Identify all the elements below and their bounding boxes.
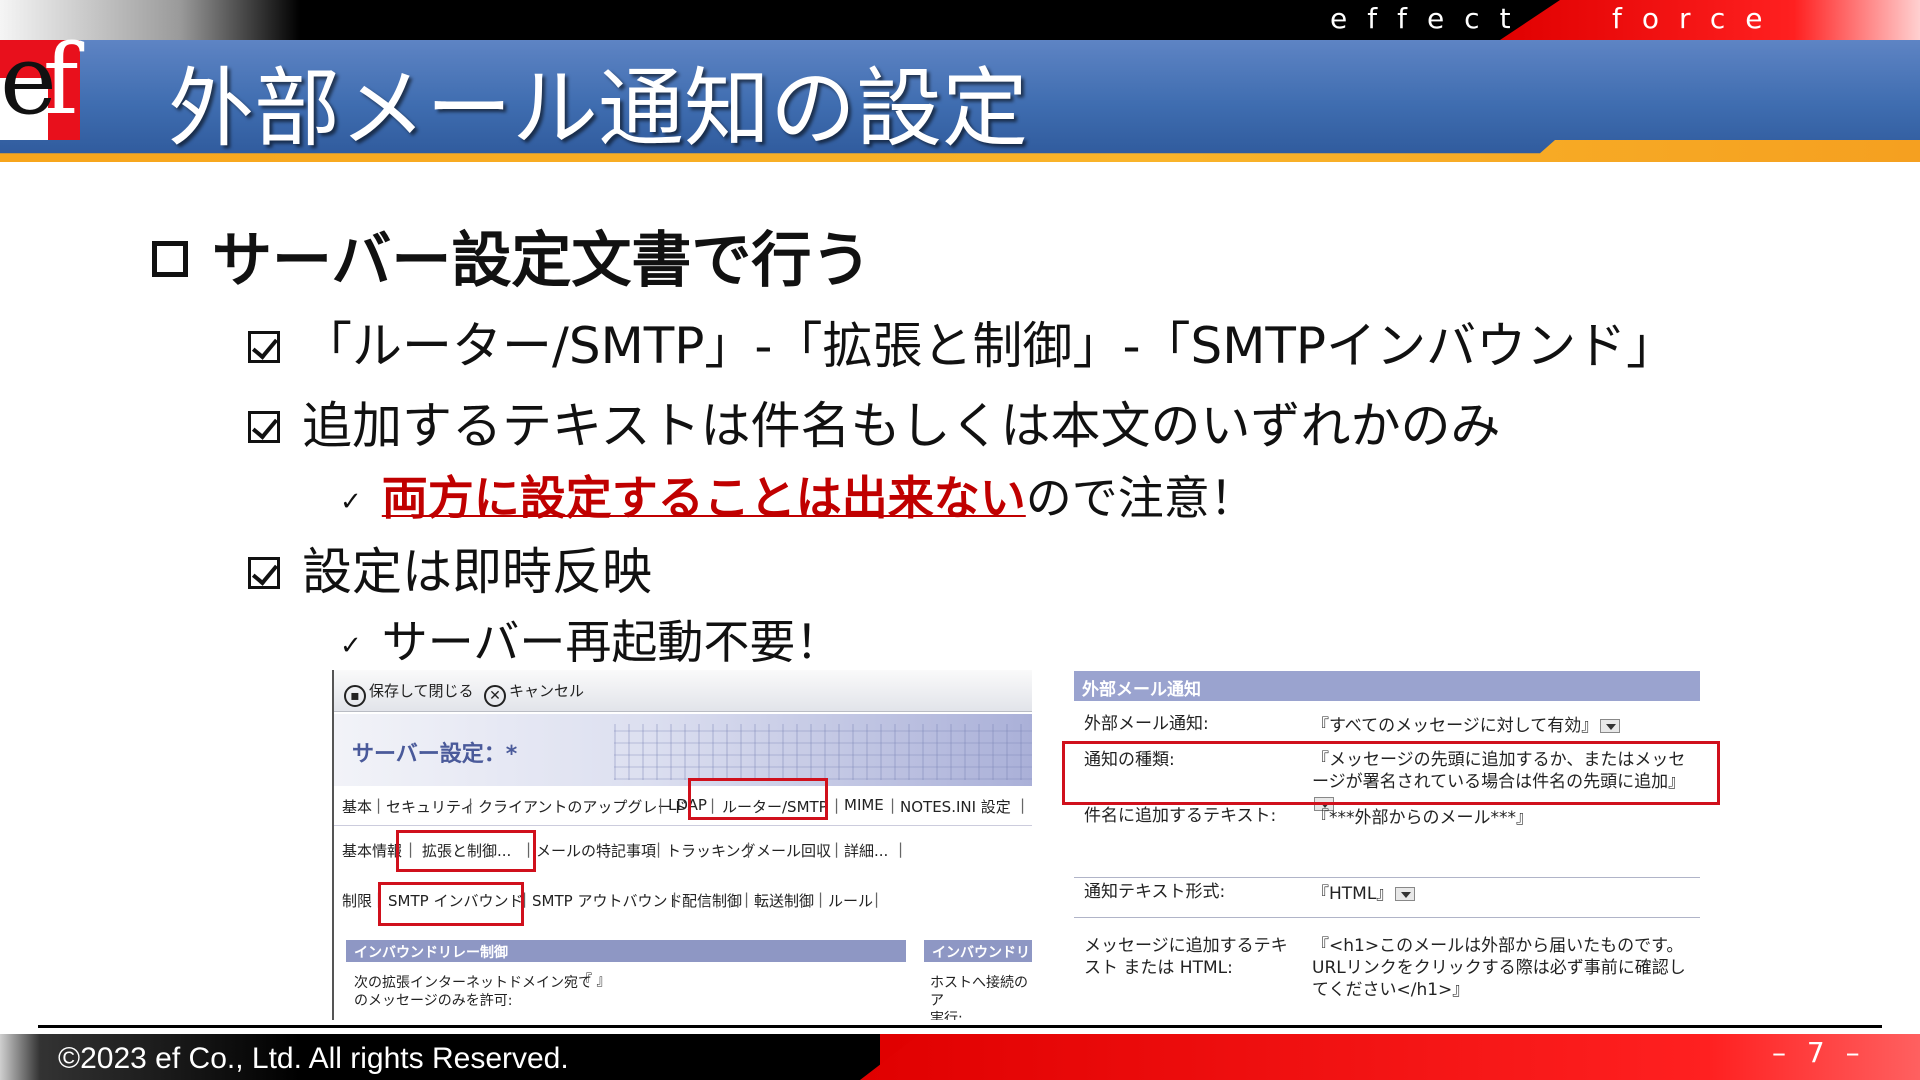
check-mark-icon: ✓ bbox=[340, 487, 362, 517]
notice-format-label: 通知テキスト形式: bbox=[1084, 882, 1226, 902]
tab-tracking[interactable]: トラッキング bbox=[666, 840, 756, 861]
copyright: ©2023 ef Co., Ltd. All rights Reserved. bbox=[58, 1042, 569, 1075]
notice-enabled-field[interactable]: 『すべてのメッセージに対して有効』 bbox=[1312, 715, 1702, 737]
server-config-screenshot: ▪ 保存して閉じる ✕ キャンセル サーバー設定：* 基本 | セキュリティ | ク… bbox=[332, 670, 1032, 1020]
footer-rule bbox=[38, 1025, 1882, 1028]
notice-format-field[interactable]: 『HTML』 bbox=[1312, 883, 1702, 905]
sub-bullet-restart: ✓ サーバー再起動不要！ bbox=[340, 615, 842, 669]
save-icon: ▪ bbox=[344, 685, 366, 707]
checkbox-checked-icon bbox=[248, 411, 280, 443]
tab-details[interactable]: 詳細... bbox=[844, 840, 888, 861]
tab-limits[interactable]: 制限 bbox=[342, 890, 372, 911]
brand-force: force bbox=[1612, 2, 1783, 35]
brand-effect: effect bbox=[1330, 2, 1531, 35]
tab-mail-recall[interactable]: メール回収 bbox=[756, 840, 831, 861]
cancel-button[interactable]: ✕ キャンセル bbox=[484, 680, 584, 707]
body-text-field[interactable]: 『<h1>このメールは外部から届いたものです。URLリンクをクリックする際は必ず… bbox=[1312, 935, 1702, 1001]
tab-delivery-control[interactable]: 配信制御 bbox=[682, 890, 742, 911]
sub-bullet-warning: ✓ 両方に設定することは出来ないので注意！ bbox=[340, 471, 1256, 525]
tab-client-upgrade[interactable]: クライアントのアップグレード bbox=[478, 796, 687, 817]
warning-emphasis: 両方に設定することは出来ない bbox=[381, 471, 1026, 525]
checkbox-checked-icon bbox=[248, 331, 280, 363]
close-icon: ✕ bbox=[484, 685, 506, 707]
external-mail-notice-screenshot: 外部メール通知 外部メール通知: 『すべてのメッセージに対して有効』 通知の種類… bbox=[1062, 665, 1722, 1020]
section-inbound-relay: インバウンドリレー bbox=[924, 940, 1032, 981]
tab-smtp-outbound[interactable]: SMTP アウトバウンド bbox=[532, 890, 682, 911]
tab-notes-ini[interactable]: NOTES.INI 設定 bbox=[900, 796, 1011, 817]
highlight-extension-control bbox=[396, 830, 536, 872]
tab-rules[interactable]: ルール bbox=[828, 890, 873, 911]
checkbox-checked-icon bbox=[248, 557, 280, 589]
footer-red-accent bbox=[860, 1034, 1920, 1080]
subject-text-label: 件名に追加するテキスト: bbox=[1084, 806, 1277, 826]
tab-security[interactable]: セキュリティ bbox=[386, 796, 475, 817]
notice-section-header: 外部メール通知 bbox=[1074, 671, 1700, 701]
section-inbound-relay-control: インバウンドリレー制御 bbox=[346, 940, 906, 962]
bullet-3: 設定は即時反映 bbox=[248, 532, 652, 604]
save-close-button[interactable]: ▪ 保存して閉じる bbox=[344, 680, 474, 707]
page-number: – 7 – bbox=[1772, 1036, 1866, 1069]
dropdown-icon[interactable] bbox=[1600, 719, 1621, 733]
company-logo: ef bbox=[0, 24, 78, 136]
main-heading: サーバー設定文書で行う bbox=[152, 212, 871, 299]
bullet-1: 「ルーター/SMTP」-「拡張と制御」-「SMTPインバウンド」 bbox=[248, 306, 1676, 378]
highlight-router-smtp bbox=[688, 778, 828, 820]
notice-enabled-label: 外部メール通知: bbox=[1084, 714, 1209, 734]
doc-title: サーバー設定：* bbox=[352, 742, 518, 767]
highlight-smtp-inbound bbox=[378, 882, 524, 926]
highlight-notice-type bbox=[1062, 741, 1720, 805]
tab-transfer-control[interactable]: 転送制御 bbox=[754, 890, 814, 911]
tab-basic[interactable]: 基本 bbox=[342, 796, 372, 817]
body-text-label: メッセージに追加するテキスト または HTML: bbox=[1084, 936, 1288, 978]
bullet-2: 追加するテキストは件名もしくは本文のいずれかのみ bbox=[248, 386, 1501, 458]
main-tab-row: 基本 | セキュリティ | クライアントのアップグレード | LDAP | ルー… bbox=[334, 786, 1032, 826]
subject-text-field[interactable]: 『***外部からのメール***』 bbox=[1312, 807, 1702, 829]
row-divider bbox=[1074, 877, 1700, 878]
checkbox-empty-icon bbox=[152, 241, 188, 277]
page-title: 外部メール通知の設定 bbox=[168, 59, 1028, 159]
field-allowed-domains-value[interactable]: 『 』 bbox=[578, 972, 610, 990]
tab-basic-info[interactable]: 基本情報 bbox=[342, 840, 402, 861]
tab-mail-notes[interactable]: メールの特記事項 bbox=[536, 840, 656, 861]
field-host-connect-label: ホストへ接続のア 実行: bbox=[930, 975, 1028, 1020]
field-allowed-domains-label: 次の拡張インターネットドメイン宛て のメッセージのみを許可: bbox=[354, 975, 592, 1009]
tab-mime[interactable]: MIME bbox=[844, 796, 884, 814]
dropdown-icon[interactable] bbox=[1395, 887, 1416, 901]
check-mark-icon: ✓ bbox=[340, 631, 362, 661]
action-toolbar: ▪ 保存して閉じる ✕ キャンセル bbox=[334, 670, 1032, 712]
row-divider bbox=[1074, 917, 1700, 918]
